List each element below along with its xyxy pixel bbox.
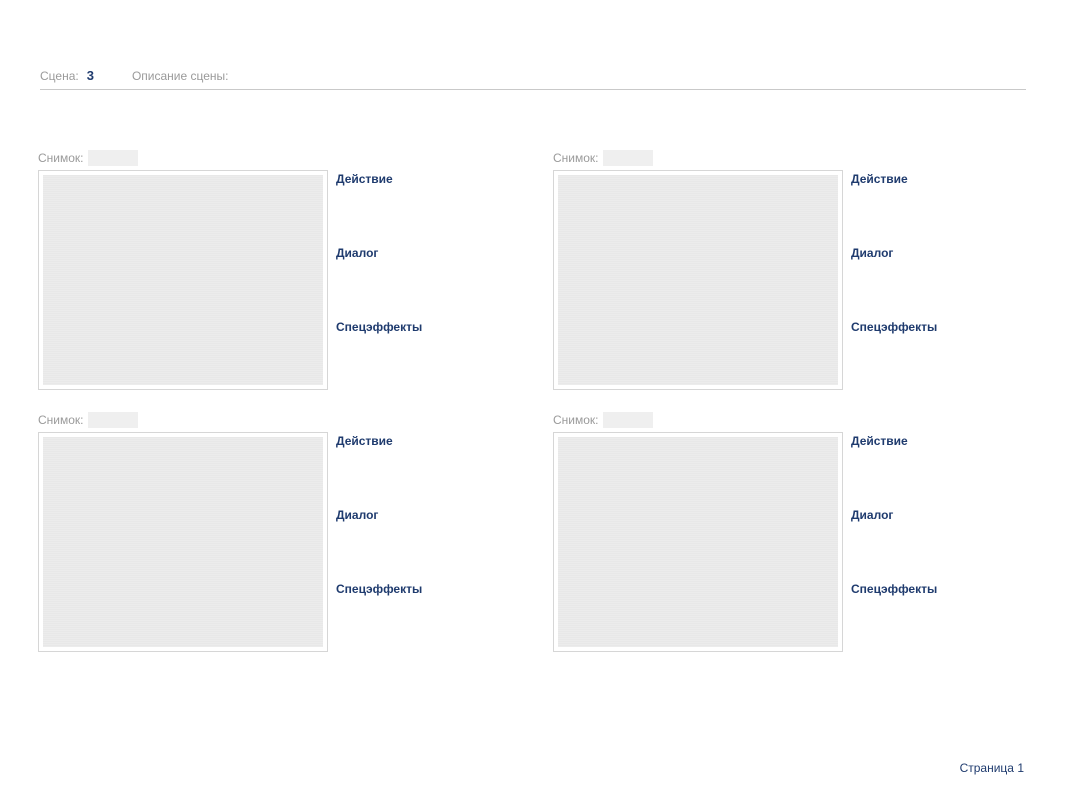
action-label: Действие xyxy=(851,172,937,186)
panel-side: Действие Диалог Спецэффекты xyxy=(336,432,422,652)
scene-number[interactable]: 3 xyxy=(87,68,94,83)
shot-input[interactable] xyxy=(603,150,653,166)
storyboard-panel: Снимок: Действие Диалог Спецэффекты xyxy=(38,150,513,390)
shot-input[interactable] xyxy=(603,412,653,428)
page-number: Страница 1 xyxy=(960,761,1024,775)
frame-placeholder xyxy=(43,175,323,385)
fx-label: Спецэффекты xyxy=(851,582,937,596)
storyboard-panel: Снимок: Действие Диалог Спецэффекты xyxy=(553,412,1028,652)
fx-label: Спецэффекты xyxy=(336,320,422,334)
shot-label: Снимок: xyxy=(38,413,84,427)
frame-box[interactable] xyxy=(553,432,843,652)
dialog-label: Диалог xyxy=(336,246,422,260)
storyboard-panel: Снимок: Действие Диалог Спецэффекты xyxy=(553,150,1028,390)
panel-side: Действие Диалог Спецэффекты xyxy=(336,170,422,390)
header-bar: Сцена: 3 Описание сцены: xyxy=(40,68,1026,90)
dialog-label: Диалог xyxy=(851,246,937,260)
fx-label: Спецэффекты xyxy=(336,582,422,596)
page-footer: Страница 1 xyxy=(960,761,1024,775)
action-label: Действие xyxy=(851,434,937,448)
shot-label: Снимок: xyxy=(38,151,84,165)
panel-side: Действие Диалог Спецэффекты xyxy=(851,432,937,652)
shot-label: Снимок: xyxy=(553,151,599,165)
frame-box[interactable] xyxy=(38,170,328,390)
frame-box[interactable] xyxy=(553,170,843,390)
frame-placeholder xyxy=(558,437,838,647)
storyboard-panel: Снимок: Действие Диалог Спецэффекты xyxy=(38,412,513,652)
storyboard-grid: Снимок: Действие Диалог Спецэффекты Сним… xyxy=(38,150,1028,652)
action-label: Действие xyxy=(336,434,422,448)
frame-placeholder xyxy=(43,437,323,647)
dialog-label: Диалог xyxy=(851,508,937,522)
scene-label: Сцена: xyxy=(40,69,79,83)
action-label: Действие xyxy=(336,172,422,186)
dialog-label: Диалог xyxy=(336,508,422,522)
shot-input[interactable] xyxy=(88,412,138,428)
panel-side: Действие Диалог Спецэффекты xyxy=(851,170,937,390)
shot-input[interactable] xyxy=(88,150,138,166)
frame-placeholder xyxy=(558,175,838,385)
frame-box[interactable] xyxy=(38,432,328,652)
scene-description-label: Описание сцены: xyxy=(132,69,229,83)
shot-label: Снимок: xyxy=(553,413,599,427)
fx-label: Спецэффекты xyxy=(851,320,937,334)
